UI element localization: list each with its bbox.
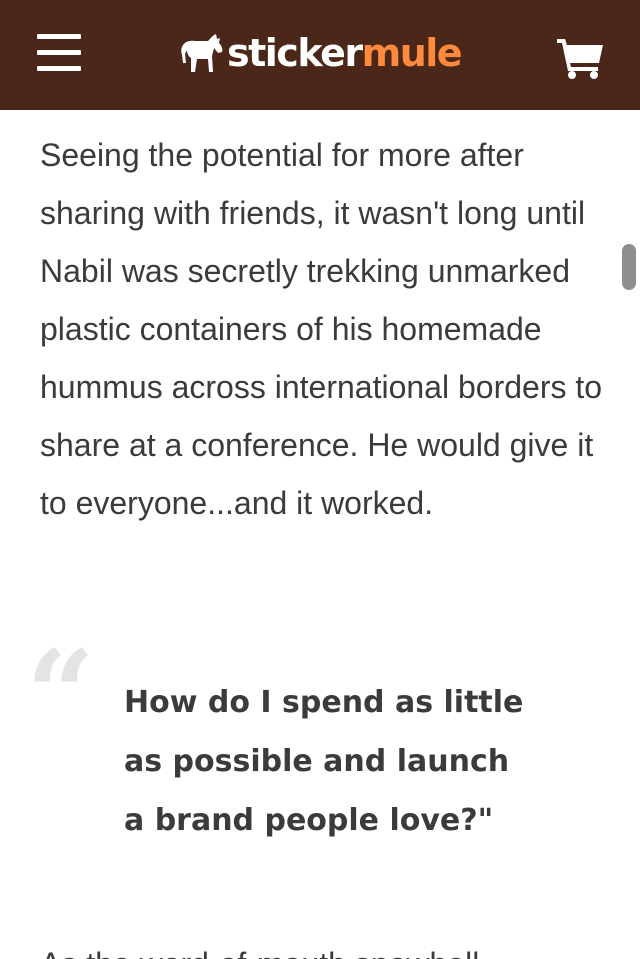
scrollbar-thumb[interactable] bbox=[622, 244, 636, 290]
site-header: stickermule bbox=[0, 0, 640, 110]
stickermule-logo[interactable]: stickermule bbox=[180, 28, 463, 78]
quote-mark-icon: “ bbox=[26, 640, 95, 724]
pull-quote-line: a brand people love?" bbox=[124, 803, 494, 838]
pull-quote-line: How do I spend as little bbox=[124, 685, 524, 720]
shopping-cart-icon[interactable] bbox=[556, 37, 604, 79]
pull-quote-line: as possible and launch bbox=[124, 744, 510, 779]
mule-icon bbox=[181, 34, 223, 72]
article-paragraph: Seeing the potential for more after shar… bbox=[40, 137, 603, 521]
logo-text-mule: mule bbox=[361, 31, 463, 75]
logo-wordmark: stickermule bbox=[227, 28, 463, 78]
svg-text:“: “ bbox=[26, 640, 95, 724]
next-paragraph: As the word-of-mouth snowball bbox=[40, 935, 610, 959]
hamburger-menu-icon[interactable] bbox=[37, 33, 81, 73]
logo-text-sticker: sticker bbox=[227, 31, 363, 75]
pull-quote: How do I spend as little as possible and… bbox=[124, 673, 574, 850]
